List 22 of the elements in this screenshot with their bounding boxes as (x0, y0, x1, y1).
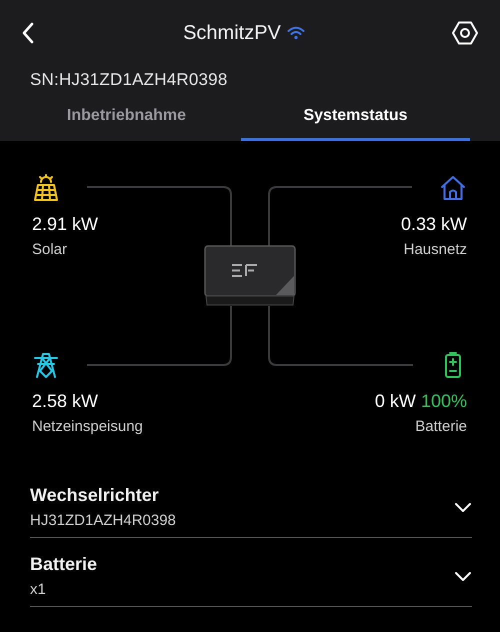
tab[interactable]: Systemstatus (241, 104, 470, 141)
device-detail: HJ31ZD1AZH4R0398 (30, 512, 177, 529)
wifi-icon (286, 26, 305, 40)
charge-percent: 100% (420, 391, 467, 411)
node-label: Solar (32, 241, 68, 258)
node-label: Batterie (415, 418, 467, 435)
settings-icon[interactable] (452, 20, 478, 46)
node-label: Netzeinspeisung (32, 418, 143, 435)
device-title: SchmitzPV (183, 22, 281, 44)
chevron-icon[interactable] (454, 502, 472, 512)
device-name: Batterie (30, 554, 98, 575)
power-value: 2.58 kW (32, 391, 98, 411)
device-detail: x1 (30, 581, 47, 598)
node-label: Hausnetz (404, 241, 467, 258)
power-value: 2.91 kW (32, 214, 98, 234)
back-icon[interactable] (20, 21, 36, 45)
chevron-icon[interactable] (454, 570, 472, 582)
serial-number: SN:HJ31ZD1AZH4R0398 (30, 70, 228, 89)
power-value: 0.33 kW (400, 214, 467, 234)
power-value: 0 kW (374, 391, 416, 411)
device-name: Wechselrichter (30, 485, 160, 506)
tab[interactable]: Inbetriebnahme (12, 104, 241, 141)
